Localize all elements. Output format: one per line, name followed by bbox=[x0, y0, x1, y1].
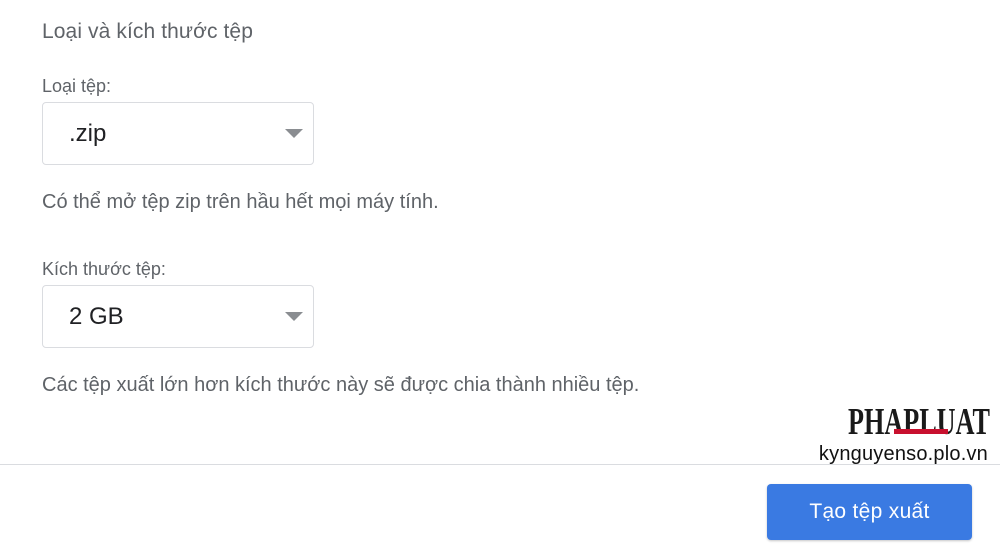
section-title: Loại và kích thước tệp bbox=[42, 20, 253, 43]
phapluat-logo-text: PHAPLUAT bbox=[848, 401, 990, 440]
file-size-label: Kích thước tệp: bbox=[42, 259, 166, 279]
chevron-down-icon bbox=[285, 128, 303, 138]
create-export-button[interactable]: Tạo tệp xuất bbox=[767, 484, 972, 540]
file-type-help-text: Có thể mở tệp zip trên hầu hết mọi máy t… bbox=[42, 191, 439, 213]
file-type-label: Loại tệp: bbox=[42, 76, 112, 96]
phapluat-logo-bar bbox=[894, 429, 948, 434]
file-size-value: 2 GB bbox=[69, 302, 124, 330]
phapluat-logo: PHAPLUAT bbox=[848, 401, 990, 440]
file-type-value: .zip bbox=[69, 119, 107, 147]
chevron-down-icon bbox=[285, 311, 303, 321]
file-size-help-text: Các tệp xuất lớn hơn kích thước này sẽ đ… bbox=[42, 374, 640, 396]
file-type-select[interactable]: .zip bbox=[42, 102, 314, 165]
watermark-site: kynguyenso.plo.vn bbox=[818, 443, 988, 465]
file-size-select[interactable]: 2 GB bbox=[42, 285, 314, 348]
